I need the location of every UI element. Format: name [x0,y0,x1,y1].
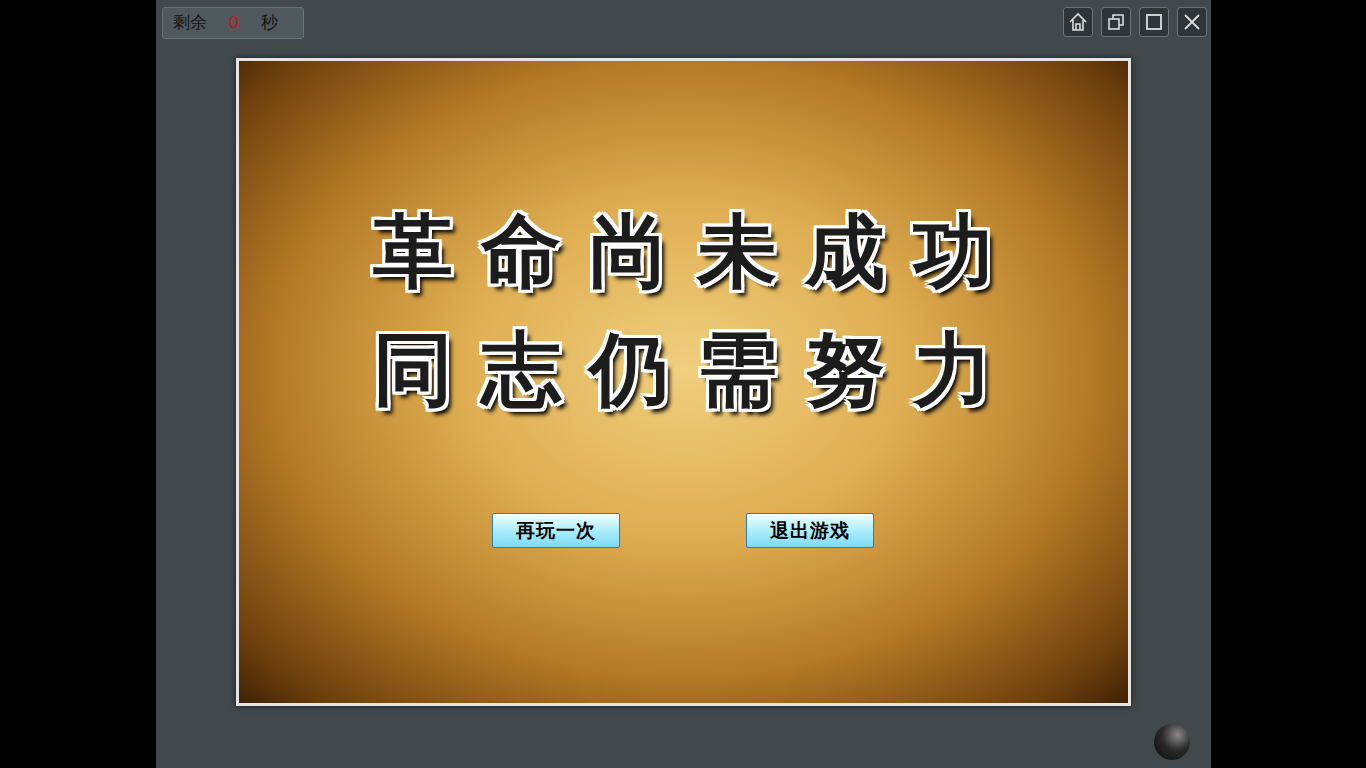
timer-suffix: 秒 [261,10,278,36]
timer-value: 0 [229,10,240,36]
result-screen: 革命尚未成功同志仍需努力 再玩一次 退出游戏 [236,58,1131,706]
close-icon [1181,11,1203,33]
message-line: 同志仍需努力 [239,311,1128,429]
game-window: 剩余 0秒 革命尚未成功同志仍需努力 再玩一次 退出游戏 [156,0,1211,768]
exit-button[interactable]: 退出游戏 [746,513,874,548]
message-line: 革命尚未成功 [239,193,1128,311]
maximize-icon [1143,11,1165,33]
home-icon [1067,11,1089,33]
maximize-button[interactable] [1139,7,1169,37]
replay-button[interactable]: 再玩一次 [492,513,620,548]
restore-icon [1105,11,1127,33]
message: 革命尚未成功同志仍需努力 [239,193,1128,429]
timer-prefix: 剩余 [173,10,207,36]
ball-icon [1154,724,1190,760]
timer-badge: 剩余 0秒 [162,7,304,39]
restore-button[interactable] [1101,7,1131,37]
close-button[interactable] [1177,7,1207,37]
home-button[interactable] [1063,7,1093,37]
